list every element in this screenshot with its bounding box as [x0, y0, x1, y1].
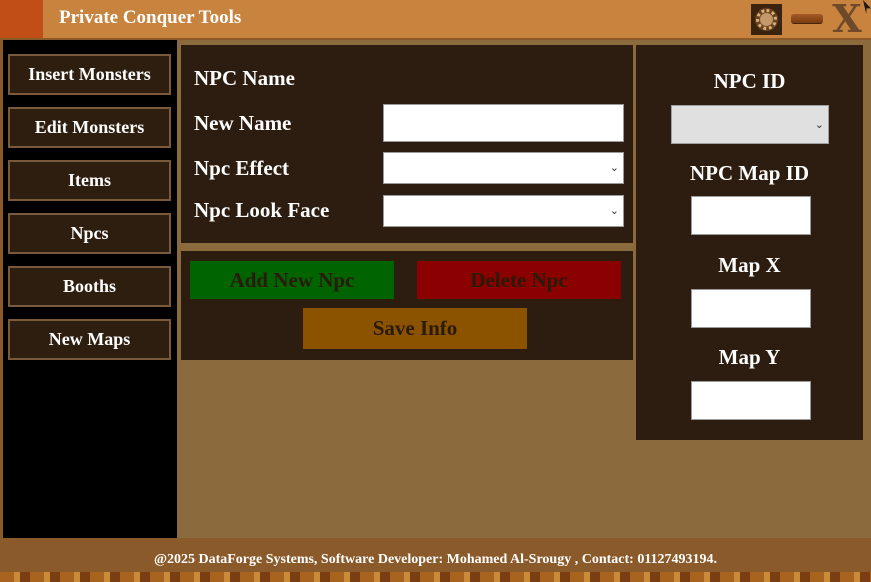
- save-info-button[interactable]: Save Info: [303, 308, 527, 349]
- npc-map-id-input[interactable]: [691, 196, 811, 235]
- title-accent: [0, 0, 43, 38]
- chevron-down-icon: ⌄: [609, 160, 619, 174]
- settings-icon[interactable]: [751, 4, 782, 35]
- actions-panel: Add New Npc Delete Npc Save Info: [181, 251, 633, 360]
- npc-effect-select[interactable]: ⌄: [383, 152, 624, 184]
- app-title: Private Conquer Tools: [59, 7, 242, 28]
- sidebar-item-booths[interactable]: Booths: [8, 266, 171, 307]
- chevron-down-icon: ⌄: [814, 117, 824, 131]
- new-name-input[interactable]: [383, 104, 624, 142]
- sidebar-item-insert-monsters[interactable]: Insert Monsters: [8, 54, 171, 95]
- chevron-down-icon: ⌄: [609, 203, 619, 217]
- npc-map-id-label: NPC Map ID: [690, 161, 809, 185]
- npc-effect-label: Npc Effect: [194, 156, 290, 180]
- map-x-label: Map X: [718, 253, 781, 277]
- delete-npc-button[interactable]: Delete Npc: [417, 261, 621, 299]
- npc-look-face-label: Npc Look Face: [194, 198, 330, 222]
- sidebar: Insert Monsters Edit Monsters Items Npcs…: [3, 40, 177, 538]
- footer-credits: @2025 DataForge Systems, Software Develo…: [153, 552, 718, 567]
- add-new-npc-button[interactable]: Add New Npc: [190, 261, 394, 299]
- sidebar-item-new-maps[interactable]: New Maps: [8, 319, 171, 360]
- new-name-label: New Name: [194, 111, 292, 135]
- title-bar[interactable]: Private Conquer Tools X: [0, 0, 871, 38]
- map-x-input[interactable]: [691, 289, 811, 328]
- close-icon[interactable]: X: [829, 0, 865, 38]
- sidebar-item-npcs[interactable]: Npcs: [8, 213, 171, 254]
- npc-info-panel: NPC Name New Name Npc Effect ⌄ Npc Look …: [181, 45, 633, 243]
- npc-name-heading: NPC Name: [194, 66, 295, 90]
- npc-id-select[interactable]: ⌄: [671, 105, 829, 144]
- map-y-input[interactable]: [691, 381, 811, 420]
- npc-id-panel: NPC ID ⌄ NPC Map ID Map X Map Y: [636, 45, 863, 440]
- npc-id-label: NPC ID: [713, 69, 786, 93]
- npc-look-face-select[interactable]: ⌄: [383, 195, 624, 227]
- map-y-label: Map Y: [718, 345, 781, 369]
- minimize-icon[interactable]: [791, 14, 823, 23]
- footer-decoration: [0, 572, 871, 582]
- sidebar-item-edit-monsters[interactable]: Edit Monsters: [8, 107, 171, 148]
- sidebar-item-items[interactable]: Items: [8, 160, 171, 201]
